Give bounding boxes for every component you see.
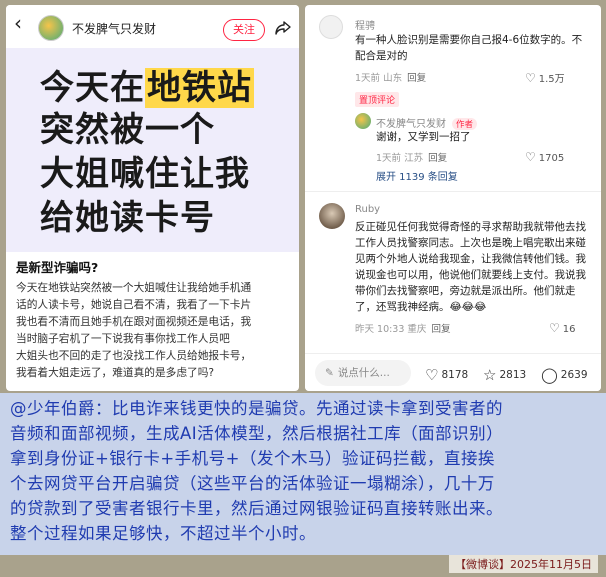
post-body: 今天在地铁站突然被一个大姐喊住让我给她手机通 话的人读卡号，她说自己看不清，我看… — [16, 279, 294, 381]
cover-line-4: 给她读卡号 — [40, 198, 215, 238]
post-body-line: 当时脑子宕机了一下说我有事你找工作人员吧 — [16, 332, 230, 345]
comments-panel: 程骋 有一种人脸识别是需要你自己报4-6位数字的。不 配合是对的 1天前 山东 … — [305, 5, 601, 391]
follow-button[interactable]: 关注 — [223, 19, 265, 41]
post-panel: ‹ 不发脾气只发财 关注 今天在地铁站 突然被一个 大姐喊住让我 给她读卡号 是… — [6, 5, 299, 391]
caption-overlay: @少年伯爵：比电诈来钱更快的是骗贷。先通过读卡拿到受害者的 音频和面部视频，生成… — [0, 393, 606, 555]
comment-input[interactable]: ✎ 说点什么... — [315, 360, 411, 386]
comment-line: 带你们去找警察吧，旁边就是派出所。他们就走 — [355, 285, 576, 297]
comment-input-placeholder: 说点什么... — [337, 367, 390, 379]
comment-meta: 1天前 山东 回复 — [355, 73, 427, 84]
post-header: ‹ 不发脾气只发财 关注 — [6, 5, 299, 43]
like-button[interactable]: ♡ 8178 — [425, 366, 468, 384]
share-icon[interactable] — [274, 20, 292, 36]
caption-line: 的贷款到了受害者银行卡里，然后通过网银验证码直接转账出来。 — [10, 499, 503, 518]
commenter-name[interactable]: 不发脾气只发财 作者 — [376, 115, 478, 130]
bottom-action-bar: ✎ 说点什么... ♡ 8178 ☆ 2813 ◯ 2639 — [305, 353, 601, 391]
author-name[interactable]: 不发脾气只发财 — [72, 20, 156, 37]
post-body-line: 我也看不清而且她手机在跟对面视频还是电话，我 — [16, 315, 252, 328]
commenter-avatar[interactable] — [319, 15, 343, 39]
back-arrow-icon[interactable]: ‹ — [14, 13, 22, 33]
collect-button[interactable]: ☆ 2813 — [483, 366, 526, 384]
comment-line: 反正碰见任何我觉得奇怪的寻求帮助我就带他去找 — [355, 221, 586, 233]
cover-line-3: 大姐喊住让我 — [40, 154, 250, 194]
post-cover-image[interactable]: 今天在地铁站 突然被一个 大姐喊住让我 给她读卡号 — [6, 48, 299, 252]
author-avatar[interactable] — [38, 15, 64, 41]
star-icon: ☆ — [483, 366, 497, 384]
heart-icon: ♡ — [425, 366, 439, 384]
comment-line: 有一种人脸识别是需要你自己报4-6位数字的。不 — [355, 34, 583, 46]
post-body-line: 大姐头也不回的走了也没找工作人员给她报卡号， — [16, 349, 252, 362]
reply-button[interactable]: 回复 — [428, 153, 447, 164]
caption-line: 整个过程如果足够快，不超过半个小时。 — [10, 524, 316, 543]
post-body-line: 话的人读卡号，她说自己看不清，我看了一下卡片 — [16, 298, 252, 311]
comment-line: 说现金也可以用，他说他们就要线上支付。我说我 — [355, 269, 586, 281]
caption-line: 个去网贷平台开启骗贷（这些平台的活体验证一塌糊涂），几十万 — [10, 474, 495, 493]
post-body-line: 今天在地铁站突然被一个大姐喊住让我给她手机通 — [16, 281, 252, 294]
post-body-line: 我看着大姐走远了，难道真的是多虑了吗? — [16, 366, 215, 379]
caption-line: @少年伯爵：比电诈来钱更快的是骗贷。先通过读卡拿到受害者的 — [10, 399, 503, 418]
cover-line-1: 今天在地铁站 — [40, 68, 254, 108]
comment-text: 有一种人脸识别是需要你自己报4-6位数字的。不 配合是对的 — [355, 32, 582, 64]
commenter-avatar[interactable] — [319, 203, 345, 229]
author-reply-avatar[interactable] — [355, 113, 371, 129]
comment-line: 工作人员找警察同志。上次也是晚上唱完歌出来碰 — [355, 237, 586, 249]
comment-meta: 昨天 10:33 重庆 回复 — [355, 324, 451, 335]
commenter-name[interactable]: 程骋 — [355, 17, 375, 32]
comment-button[interactable]: ◯ 2639 — [541, 366, 588, 384]
comment-line: 配合是对的 — [355, 50, 408, 62]
commenter-name[interactable]: Ruby — [355, 204, 380, 215]
comment-text: 反正碰见任何我觉得奇怪的寻求帮助我就带他去找 工作人员找警察同志。上次也是晚上唱… — [355, 219, 586, 315]
comment-line: 谢谢，又学到一招了 — [376, 131, 471, 143]
caption-line: 音频和面部视频，生成AI活体模型，然后根据社工库（面部识别） — [10, 424, 504, 443]
comment-meta: 1天前 江苏 回复 — [376, 153, 448, 164]
reply-button[interactable]: 回复 — [407, 73, 426, 84]
speech-bubble-icon: ◯ — [541, 366, 558, 384]
caption-line: 拿到身份证+银行卡+手机号+（发个木马）验证码拦截，直接挨 — [10, 449, 495, 468]
heart-icon: ♡ — [525, 150, 536, 164]
pencil-icon: ✎ — [325, 367, 334, 379]
comment-line: 见两个外地人说给我现金，让我微信转他们钱。我 — [355, 253, 586, 265]
expand-replies-link[interactable]: 展开 1139 条回复 — [376, 168, 458, 183]
post-title: 是新型诈骗吗? — [16, 260, 99, 275]
comment-line: 了，还骂我神经病。😂😂😂 — [355, 301, 487, 313]
comment-like-button[interactable]: ♡ 1.5万 — [525, 70, 565, 85]
heart-icon: ♡ — [549, 321, 560, 335]
source-date: 【微博谈】2025年11月5日 — [449, 555, 598, 573]
reply-button[interactable]: 回复 — [431, 324, 450, 335]
divider — [305, 191, 601, 192]
pinned-badge: 置顶评论 — [355, 92, 400, 107]
heart-icon: ♡ — [525, 71, 536, 85]
comment-like-button[interactable]: ♡ 16 — [549, 321, 576, 335]
comment-text: 谢谢，又学到一招了 — [376, 129, 471, 145]
comment-like-button[interactable]: ♡ 1705 — [525, 150, 564, 164]
cover-line-2: 突然被一个 — [40, 110, 215, 150]
